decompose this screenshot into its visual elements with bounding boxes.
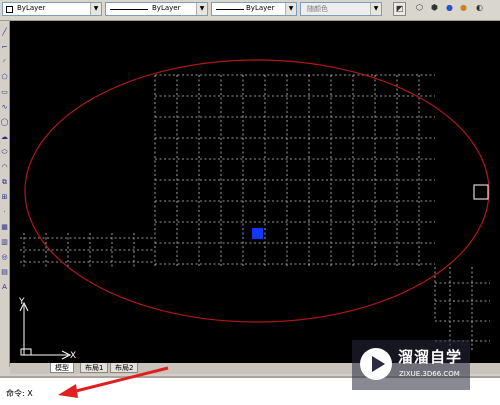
point-icon[interactable]: · [0,207,9,217]
spline-icon[interactable]: ∿ [0,102,9,112]
watermark-name: 溜溜自学 [398,348,463,366]
render-icon[interactable]: ◩ [393,2,406,16]
watermark: 溜溜自学 ZIXUE.3D66.COM [352,340,470,390]
grid-dots [20,74,490,351]
drawing-canvas[interactable]: Y X [10,21,500,363]
draw-toolbar: ╱ ⌐ ◜ ⬠ ▭ ∿ ◯ ☁ ⬭ ◠ ⧉ ⊞ · ▦ ▥ ◎ ▤ A [0,21,10,367]
ucs-icon [19,301,72,360]
watermark-url: ZIXUE.3D66.COM [399,370,460,378]
chevron-down-icon[interactable]: ▼ [90,3,101,15]
mtext-icon[interactable]: A [0,282,9,292]
lineweight-preview [216,9,244,10]
selected-grip[interactable] [252,228,263,239]
linetype-combo[interactable]: ByLayer ▼ [105,2,208,16]
ucs-y-label: Y [18,297,25,307]
chevron-down-icon[interactable]: ▼ [285,3,296,15]
circle-icon[interactable]: ◯ [0,117,9,127]
chevron-down-icon[interactable]: ▼ [196,3,207,15]
lineweight-combo[interactable]: ByLayer ▼ [211,2,297,16]
linetype-preview [110,9,148,10]
polygon-icon[interactable]: ⬠ [0,72,9,82]
layer-combo[interactable]: ByLayer ▼ [2,2,102,16]
polyline-icon[interactable]: ⌐ [0,42,9,52]
light-icon[interactable]: ◐ [473,2,486,16]
globe-icon[interactable]: ● [443,2,456,16]
table-icon[interactable]: ▤ [0,267,9,277]
plot-style-combo[interactable]: 随颜色 ▼ [300,2,382,16]
box-icon[interactable]: ⬡ [413,2,426,16]
color-swatch-icon [6,6,13,13]
crosshair-pickbox [473,184,489,200]
ellipse-arc-icon[interactable]: ◠ [0,162,9,172]
ellipse-icon[interactable]: ⬭ [0,147,9,157]
play-logo-icon [360,348,392,380]
line-icon[interactable]: ╱ [0,27,9,37]
cube-icon[interactable]: ⬢ [428,2,441,16]
arc-icon[interactable]: ◜ [0,57,9,67]
region-icon[interactable]: ◎ [0,252,9,262]
model-space[interactable]: Y X [10,21,500,363]
material-sphere-icon[interactable]: ● [457,2,470,16]
properties-toolbar: ByLayer ▼ ByLayer ▼ ByLayer ▼ 随颜色 ▼ ◩ ⬡ … [0,0,500,21]
revision-cloud-icon[interactable]: ☁ [0,132,9,142]
insert-block-icon[interactable]: ⧉ [0,177,9,187]
rectangle-icon[interactable]: ▭ [0,87,9,97]
gradient-icon[interactable]: ▥ [0,237,9,247]
annotation-arrow [58,366,169,398]
hatch-icon[interactable]: ▦ [0,222,9,232]
make-block-icon[interactable]: ⊞ [0,192,9,202]
chevron-down-icon[interactable]: ▼ [370,3,381,15]
